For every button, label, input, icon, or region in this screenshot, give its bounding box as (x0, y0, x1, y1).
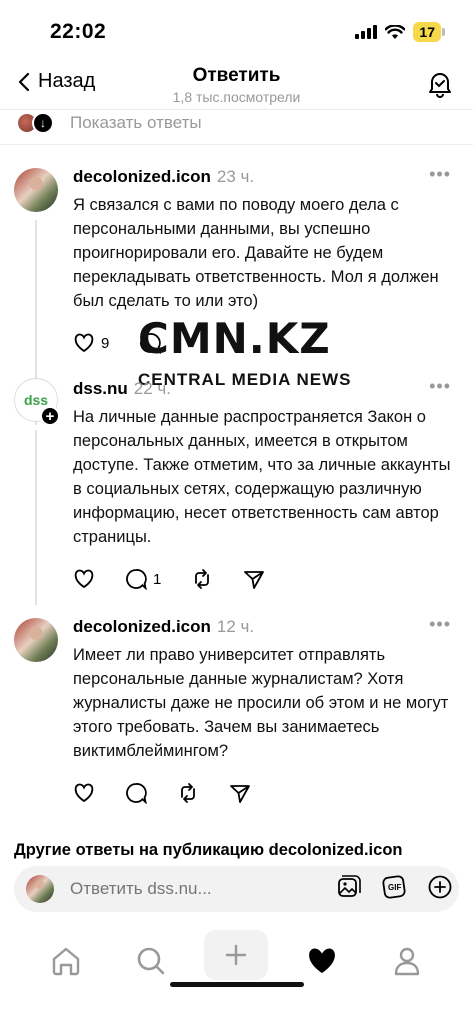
author-name: decolonized.icon (73, 167, 211, 186)
share-button[interactable] (243, 568, 265, 590)
comment-icon (126, 783, 147, 804)
heart-icon (74, 783, 94, 803)
follow-plus-icon[interactable]: + (40, 406, 60, 426)
comment-button[interactable]: 1 (125, 568, 161, 590)
post-text: На личные данные распространяется Закон … (73, 408, 451, 546)
post-author[interactable]: decolonized.icon 23 ч. (73, 167, 254, 187)
show-replies-label: Показать ответы (70, 113, 202, 132)
status-bar: 22:02 17 (0, 0, 473, 60)
like-count: 9 (101, 334, 110, 352)
gif-icon[interactable]: GIF (381, 874, 407, 900)
battery-indicator: 17 (413, 22, 445, 42)
like-button[interactable] (73, 569, 95, 589)
avatar-logo: dss (23, 392, 49, 408)
post-actions: 9 (73, 332, 162, 354)
heart-filled-icon (309, 948, 335, 973)
share-button[interactable] (229, 782, 251, 804)
post-author[interactable]: dss.nu 22 ч. (73, 379, 171, 399)
post-text: Я связался с вами по поводу моего дела с… (73, 196, 439, 310)
repost-icon (181, 783, 195, 803)
post-actions (73, 782, 251, 804)
post-actions: 1 (73, 568, 265, 590)
nav-bar: Назад Ответить 1,8 тыс.посмотрели (0, 60, 473, 110)
reply-avatar (26, 875, 54, 903)
share-icon (244, 571, 265, 589)
post-author[interactable]: decolonized.icon 12 ч. (73, 617, 254, 637)
tab-search[interactable] (121, 933, 181, 989)
heart-icon (74, 569, 94, 589)
reply-bar: GIF (14, 866, 459, 912)
post-text: Имеет ли право университет отправлять пе… (73, 646, 449, 760)
home-icon (52, 947, 80, 976)
reply-tools: GIF (335, 874, 453, 900)
add-circle-icon[interactable] (427, 874, 453, 900)
watermark-logo: CMN.KZ (138, 314, 331, 363)
image-icon[interactable] (335, 874, 361, 900)
tab-profile[interactable] (377, 933, 437, 989)
more-options-button[interactable]: ••• (429, 164, 451, 185)
reply-avatars: ↓ (16, 112, 56, 134)
avatar[interactable] (14, 618, 58, 662)
thread-line (35, 430, 37, 605)
status-icons: 17 (355, 22, 445, 42)
wifi-icon (385, 24, 406, 39)
arrow-down-icon: ↓ (32, 112, 54, 134)
notifications-button[interactable] (427, 70, 453, 103)
avatar[interactable] (14, 168, 58, 212)
author-name: dss.nu (73, 379, 128, 398)
plus-icon (225, 944, 247, 966)
like-button[interactable]: 9 (73, 333, 109, 353)
tab-bar (0, 925, 473, 995)
watermark: CMN.KZ CENTRAL MEDIA NEWS (138, 316, 364, 396)
repost-button[interactable] (177, 782, 199, 804)
comment-icon (126, 569, 147, 590)
watermark-subtitle: CENTRAL MEDIA NEWS (138, 370, 352, 389)
more-options-button[interactable]: ••• (429, 614, 451, 635)
tab-home[interactable] (36, 933, 96, 989)
bell-icon (429, 73, 451, 98)
search-icon (137, 947, 165, 975)
more-options-button[interactable]: ••• (429, 376, 451, 397)
comment-button[interactable] (125, 782, 147, 804)
tab-new-post[interactable] (204, 930, 268, 980)
repost-icon (195, 569, 210, 589)
comment-button[interactable] (139, 332, 162, 354)
post-time: 12 ч. (216, 617, 255, 636)
home-indicator (170, 982, 304, 987)
show-replies-row[interactable]: ↓ Показать ответы (16, 112, 202, 134)
signal-icon (355, 25, 378, 39)
reply-input[interactable] (70, 879, 290, 899)
status-time: 22:02 (50, 20, 107, 43)
divider (0, 144, 473, 145)
comment-icon (140, 333, 162, 354)
page-title: Ответить (192, 65, 281, 86)
views-count: 1,8 тыс.посмотрели (172, 89, 301, 105)
tab-activity[interactable] (292, 933, 352, 989)
comment-count: 1 (153, 570, 162, 588)
profile-icon (394, 947, 420, 976)
post-time: 22 ч. (133, 379, 172, 398)
repost-button[interactable] (191, 568, 213, 590)
share-icon (230, 785, 250, 803)
heart-icon (74, 333, 94, 353)
author-name: decolonized.icon (73, 617, 211, 636)
svg-text:GIF: GIF (388, 883, 401, 892)
like-button[interactable] (73, 783, 95, 803)
other-replies-heading: Другие ответы на публикацию decolonized.… (14, 841, 403, 859)
post-time: 23 ч. (216, 167, 255, 186)
